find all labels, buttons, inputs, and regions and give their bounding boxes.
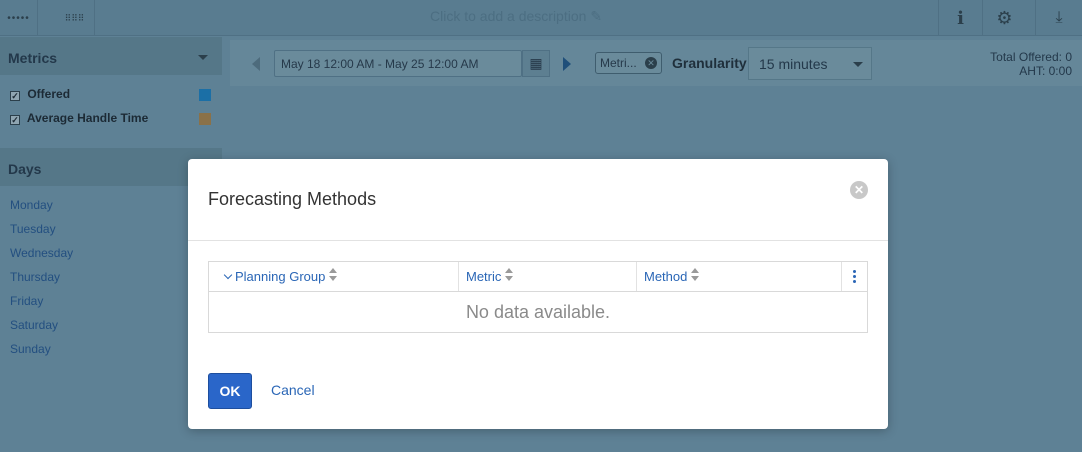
sort-icon [329, 268, 338, 282]
checkbox-aht[interactable]: ✓ [10, 115, 20, 125]
grid-icon: ⠿⠿⠿ [64, 12, 85, 23]
chevron-down-icon[interactable] [223, 270, 233, 280]
total-offered: Total Offered: 0 [990, 50, 1072, 64]
granularity-value: 15 minutes [759, 56, 828, 72]
top-bar: ••••• ⠿⠿⠿ Click to add a description ✎ i… [0, 0, 1082, 36]
cancel-button[interactable]: Cancel [271, 382, 315, 398]
download-icon: ⤓ [1055, 9, 1063, 26]
color-swatch-offered [199, 89, 211, 101]
methods-table: Planning Group Metric Method No data ava… [208, 261, 868, 333]
metric-filter-pill[interactable]: Metri... ✕ [595, 52, 662, 74]
metric-item-offered[interactable]: ✓ Offered [0, 82, 222, 106]
metric-item-aht[interactable]: ✓ Average Handle Time [0, 106, 222, 130]
metric-label: Offered [27, 87, 71, 101]
settings-button[interactable]: ⚙ [982, 0, 1026, 36]
forecasting-methods-dialog: Forecasting Methods ✕ Planning Group Met… [188, 159, 888, 429]
metrics-header[interactable]: Metrics [0, 37, 222, 75]
download-button[interactable]: ⤓ [1035, 0, 1082, 36]
ellipsis-icon: ••••• [7, 12, 30, 24]
color-swatch-aht [199, 113, 211, 125]
sort-icon [691, 268, 700, 282]
column-label: Metric [466, 269, 502, 284]
next-week-icon[interactable] [563, 57, 571, 71]
chevron-down-icon [198, 55, 208, 60]
info-icon: i [957, 7, 964, 29]
granularity-select[interactable]: 15 minutes [748, 47, 872, 80]
ok-button[interactable]: OK [208, 373, 252, 409]
description-placeholder: Click to add a description [430, 8, 587, 24]
metrics-title: Metrics [8, 50, 58, 66]
column-planning-group[interactable]: Planning Group [209, 262, 459, 291]
previous-week-icon[interactable] [252, 57, 260, 71]
granularity-label: Granularity [672, 55, 747, 71]
sort-icon [505, 268, 514, 282]
totals-summary: Total Offered: 0 AHT: 0:00 [990, 50, 1072, 78]
chart-toolbar: May 18 12:00 AM - May 25 12:00 AM ▦ Metr… [230, 40, 1082, 86]
aht-total: AHT: 0:00 [1019, 64, 1072, 78]
grid-menu-button[interactable]: ⠿⠿⠿ [55, 0, 95, 36]
remove-metric-icon[interactable]: ✕ [645, 57, 657, 69]
description-field[interactable]: Click to add a description ✎ [430, 8, 602, 25]
date-range-input[interactable]: May 18 12:00 AM - May 25 12:00 AM [274, 50, 522, 77]
column-metric[interactable]: Metric [459, 262, 637, 291]
close-icon[interactable]: ✕ [850, 181, 868, 199]
pencil-icon: ✎ [590, 8, 603, 24]
calendar-icon: ▦ [529, 55, 543, 71]
column-label: Method [644, 269, 688, 284]
dots-menu-button[interactable]: ••••• [0, 0, 38, 36]
empty-message: No data available. [465, 302, 611, 322]
column-options-icon[interactable] [841, 262, 867, 291]
gear-icon: ⚙ [996, 7, 1013, 28]
divider [188, 240, 888, 241]
days-title: Days [8, 161, 42, 177]
table-header: Planning Group Metric Method [209, 262, 867, 292]
dialog-title: Forecasting Methods [208, 189, 377, 209]
calendar-button[interactable]: ▦ [522, 50, 550, 77]
column-method[interactable]: Method [637, 262, 842, 291]
info-button[interactable]: i [938, 0, 982, 36]
metric-label: Average Handle Time [26, 111, 149, 125]
checkbox-offered[interactable]: ✓ [10, 91, 20, 101]
metric-pill-label: Metri... [600, 56, 637, 70]
column-label: Planning Group [235, 269, 326, 284]
chevron-down-icon [853, 62, 863, 67]
